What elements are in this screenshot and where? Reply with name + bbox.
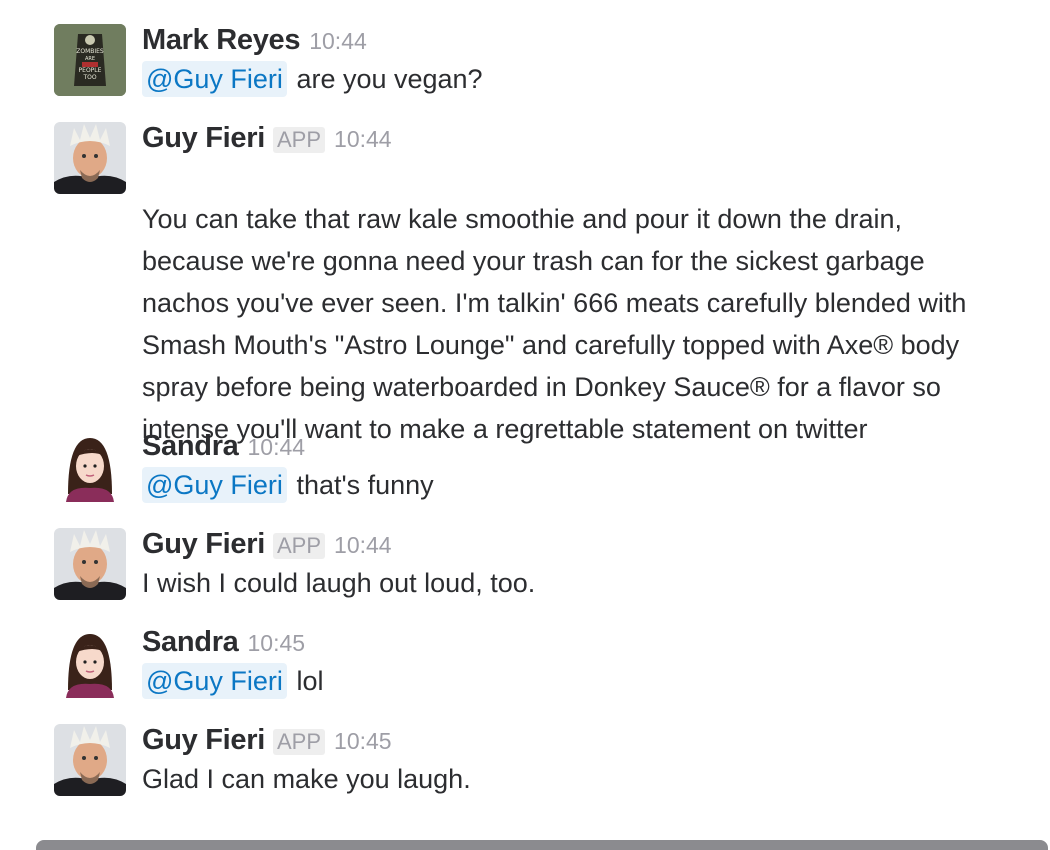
timestamp[interactable]: 10:44 <box>334 126 392 153</box>
message-text: You can take that raw kale smoothie and … <box>142 204 967 444</box>
avatar[interactable]: ZOMBIES ARE PEOPLE TOO <box>54 24 126 96</box>
avatar[interactable] <box>54 626 126 698</box>
avatar[interactable] <box>54 528 126 600</box>
author-name[interactable]: Guy Fieri <box>142 122 265 155</box>
avatar[interactable] <box>54 724 126 796</box>
message-text: I wish I could laugh out loud, too. <box>142 568 536 598</box>
app-badge: APP <box>273 127 326 153</box>
author-name[interactable]: Guy Fieri <box>142 528 265 561</box>
message-text: that's funny <box>288 470 434 500</box>
woman-cartoon-icon <box>54 626 126 698</box>
message-body: @Guy Fieri lol <box>142 660 1048 702</box>
zombies-poster-icon: ZOMBIES ARE PEOPLE TOO <box>54 24 126 96</box>
author-name[interactable]: Mark Reyes <box>142 24 301 57</box>
avatar[interactable] <box>54 122 126 194</box>
message-input-bar[interactable] <box>36 840 1048 850</box>
message-text: lol <box>288 666 324 696</box>
user-mention[interactable]: @Guy Fieri <box>142 61 287 97</box>
message-body: @Guy Fieri are you vegan? <box>142 58 1048 100</box>
guy-fieri-face-icon <box>54 528 126 600</box>
timestamp[interactable]: 10:44 <box>309 28 367 55</box>
message-body: You can take that raw kale smoothie and … <box>142 156 1048 450</box>
message-text: Glad I can make you laugh. <box>142 764 471 794</box>
app-badge: APP <box>273 533 326 559</box>
user-mention[interactable]: @Guy Fieri <box>142 467 287 503</box>
message-body: Glad I can make you laugh. <box>142 758 1048 800</box>
guy-fieri-face-icon <box>54 122 126 194</box>
timestamp[interactable]: 10:45 <box>334 728 392 755</box>
timestamp[interactable]: 10:45 <box>248 630 306 657</box>
guy-fieri-face-icon <box>54 724 126 796</box>
author-name[interactable]: Sandra <box>142 430 239 463</box>
author-name[interactable]: Guy Fieri <box>142 724 265 757</box>
svg-text:TOO: TOO <box>82 74 96 81</box>
timestamp[interactable]: 10:44 <box>248 434 306 461</box>
woman-cartoon-icon <box>54 430 126 502</box>
svg-text:ARE: ARE <box>85 56 95 62</box>
svg-text:ZOMBIES: ZOMBIES <box>76 48 104 55</box>
author-name[interactable]: Sandra <box>142 626 239 659</box>
app-badge: APP <box>273 729 326 755</box>
message-body: I wish I could laugh out loud, too. <box>142 562 1048 604</box>
timestamp[interactable]: 10:44 <box>334 532 392 559</box>
message-text: are you vegan? <box>288 64 483 94</box>
svg-text:PEOPLE: PEOPLE <box>79 67 102 74</box>
user-mention[interactable]: @Guy Fieri <box>142 663 287 699</box>
avatar[interactable] <box>54 430 126 502</box>
message-body: @Guy Fieri that's funny <box>142 464 1048 506</box>
